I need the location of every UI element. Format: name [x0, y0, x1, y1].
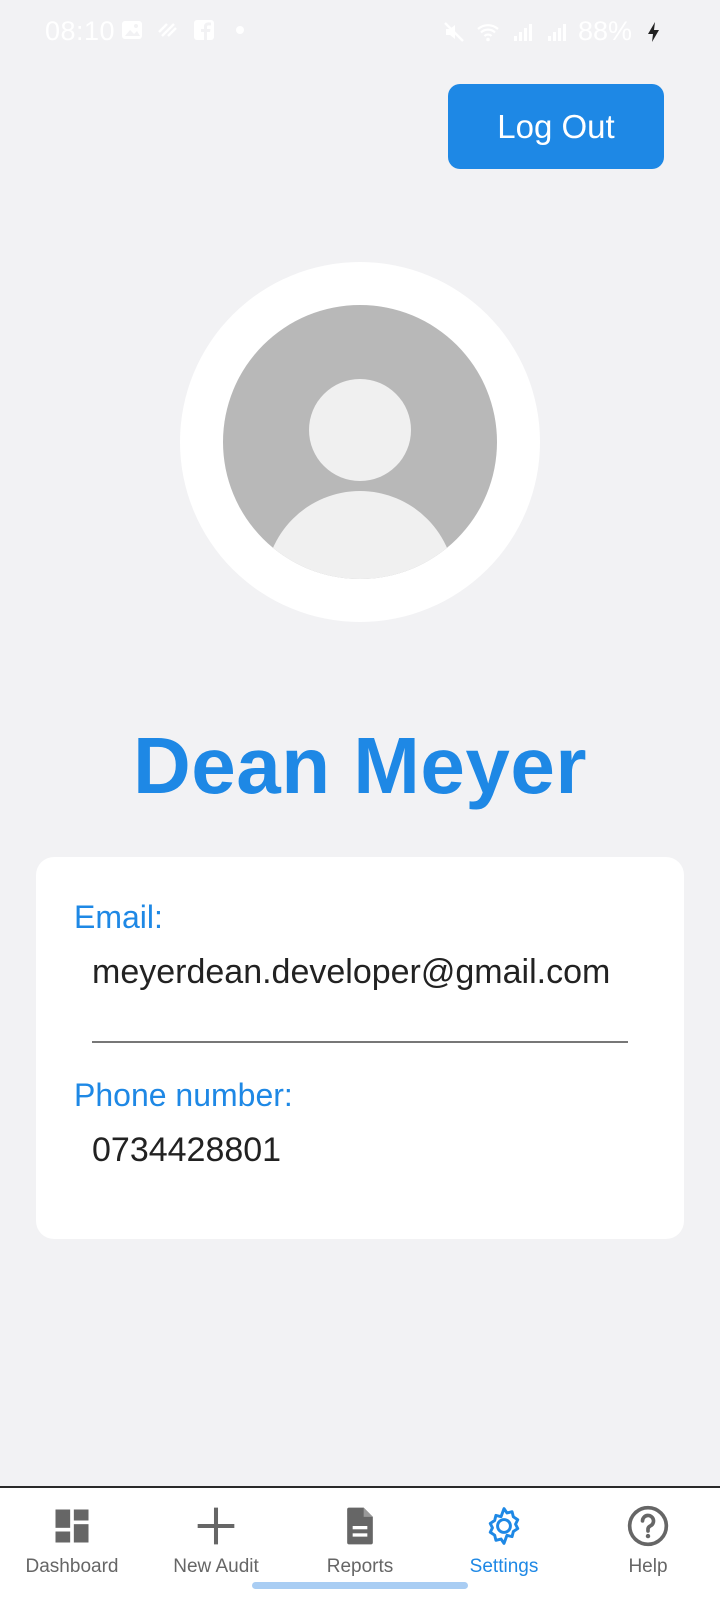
logout-button[interactable]: Log Out	[448, 84, 664, 169]
email-value[interactable]: meyerdean.developer@gmail.com	[92, 953, 610, 992]
status-system-icons: 88%	[442, 16, 666, 47]
home-indicator[interactable]	[252, 1582, 468, 1589]
profile-info-card: Email: meyerdean.developer@gmail.com Pho…	[36, 857, 684, 1239]
nav-item-help[interactable]: Help	[576, 1488, 720, 1600]
mute-icon	[444, 21, 464, 42]
nav-label-dashboard: Dashboard	[25, 1556, 119, 1577]
email-label: Email:	[74, 899, 163, 935]
signal-lte2-icon	[547, 23, 566, 41]
status-bar: 08:10 88%	[0, 0, 720, 64]
signal-lte1-icon	[513, 23, 532, 41]
phone-label: Phone number:	[74, 1077, 293, 1113]
divider	[92, 1041, 628, 1043]
profile-name: Dean Meyer	[132, 721, 588, 810]
facebook-icon	[194, 20, 214, 40]
charging-icon	[648, 21, 659, 42]
wifi-icon	[477, 23, 499, 41]
avatar	[223, 305, 497, 579]
nav-label-help: Help	[628, 1556, 668, 1577]
phone-value[interactable]: 0734428801	[92, 1131, 281, 1170]
document-icon	[347, 1507, 373, 1545]
dot-icon	[236, 26, 244, 34]
nav-label-new-audit: New Audit	[173, 1556, 259, 1577]
nav-item-dashboard[interactable]: Dashboard	[0, 1488, 144, 1600]
gear-icon	[488, 1507, 520, 1545]
dashboard-icon	[55, 1509, 89, 1543]
profile-screen: 08:10 88% Log Out Dean Meyer Email: meye…	[0, 0, 720, 1600]
plus-icon	[197, 1507, 235, 1545]
help-icon	[627, 1505, 669, 1547]
battery-percent: 88%	[577, 16, 632, 46]
nav-label-reports: Reports	[326, 1556, 394, 1577]
avatar-head-shape	[309, 379, 411, 481]
avatar-frame[interactable]	[180, 262, 540, 622]
status-time: 08:10	[45, 16, 116, 46]
nav-label-settings: Settings	[469, 1556, 539, 1577]
avatar-body-shape	[265, 491, 455, 579]
cast-icon	[158, 23, 177, 37]
gallery-icon	[122, 21, 142, 39]
status-notification-icons	[120, 18, 252, 42]
